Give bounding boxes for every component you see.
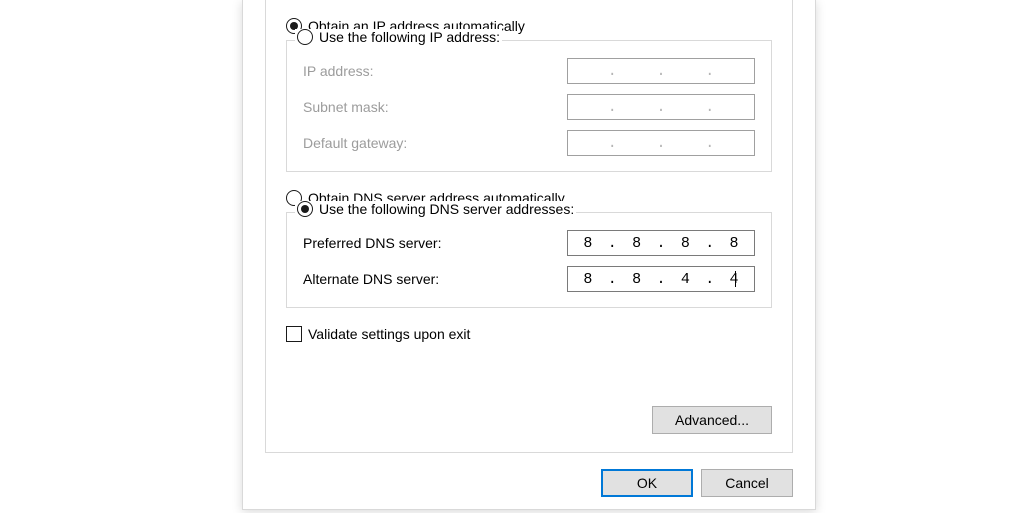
preferred-dns-label: Preferred DNS server: (303, 235, 567, 251)
subnet-mask-label: Subnet mask: (303, 99, 567, 115)
checkbox-unchecked-icon (286, 326, 302, 342)
validate-settings-row[interactable]: Validate settings upon exit (286, 326, 772, 342)
radio-selected-icon (297, 201, 313, 217)
default-gateway-input[interactable]: . . . (567, 130, 755, 156)
use-following-ip-row[interactable]: Use the following IP address: (295, 29, 502, 45)
default-gateway-row: Default gateway: . . . (303, 125, 755, 161)
dialog-button-row: OK Cancel (601, 469, 793, 497)
cancel-button[interactable]: Cancel (701, 469, 793, 497)
ip-address-input[interactable]: . . . (567, 58, 755, 84)
dialog-content: Obtain an IP address automatically Use t… (265, 0, 793, 453)
radio-unselected-icon (297, 29, 313, 45)
text-caret-icon (735, 271, 736, 287)
ok-button[interactable]: OK (601, 469, 693, 497)
use-following-dns-label: Use the following DNS server addresses: (319, 201, 574, 217)
ip-address-row: IP address: . . . (303, 53, 755, 89)
default-gateway-label: Default gateway: (303, 135, 567, 151)
ip-address-label: IP address: (303, 63, 567, 79)
subnet-mask-input[interactable]: . . . (567, 94, 755, 120)
subnet-mask-row: Subnet mask: . . . (303, 89, 755, 125)
dns-manual-group: Use the following DNS server addresses: … (286, 212, 772, 308)
use-following-dns-row[interactable]: Use the following DNS server addresses: (295, 201, 576, 217)
validate-settings-label: Validate settings upon exit (308, 326, 470, 342)
tcp-ip-properties-dialog: Obtain an IP address automatically Use t… (242, 0, 816, 510)
preferred-dns-input[interactable]: 8. 8. 8. 8 (567, 230, 755, 256)
advanced-button[interactable]: Advanced... (652, 406, 772, 434)
alternate-dns-input[interactable]: 8. 8. 4. 4 (567, 266, 755, 292)
preferred-dns-row: Preferred DNS server: 8. 8. 8. 8 (303, 225, 755, 261)
alternate-dns-row: Alternate DNS server: 8. 8. 4. 4 (303, 261, 755, 297)
alternate-dns-label: Alternate DNS server: (303, 271, 567, 287)
use-following-ip-label: Use the following IP address: (319, 29, 500, 45)
ip-manual-group: Use the following IP address: IP address… (286, 40, 772, 172)
